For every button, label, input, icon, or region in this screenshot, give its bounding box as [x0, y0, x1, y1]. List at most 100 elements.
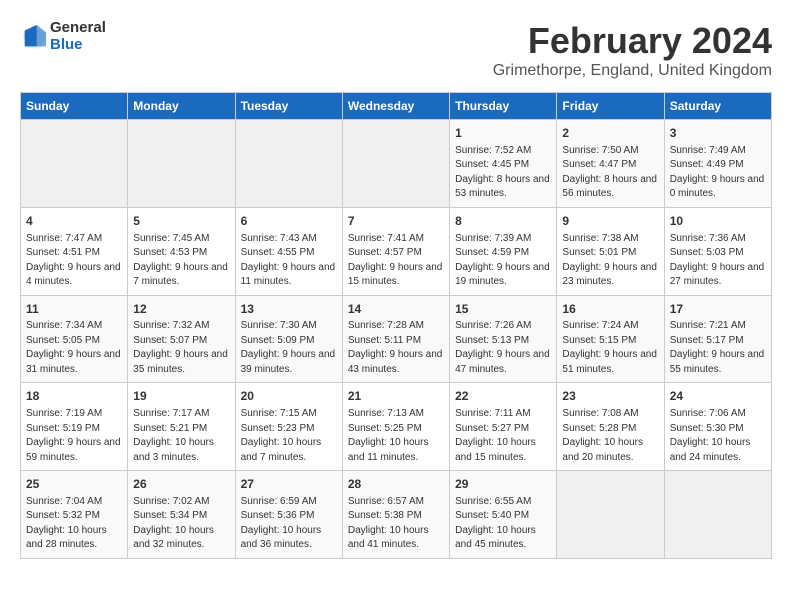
day-info: Sunrise: 6:55 AMSunset: 5:40 PMDaylight:… [455, 495, 551, 553]
day-number: 19 [133, 388, 229, 405]
calendar-week-3: 11Sunrise: 7:34 AMSunset: 5:05 PMDayligh… [21, 295, 772, 383]
day-number: 10 [670, 213, 766, 230]
day-info: Sunrise: 7:26 AMSunset: 5:13 PMDaylight:… [455, 319, 551, 377]
day-number: 2 [562, 125, 658, 142]
calendar-week-1: 1 Sunrise: 7:52 AMSunset: 4:45 PMDaylight… [21, 120, 772, 208]
calendar-cell: 12Sunrise: 7:32 AMSunset: 5:07 PMDayligh… [128, 295, 235, 383]
calendar-cell [342, 120, 449, 208]
day-info: Sunrise: 7:15 AMSunset: 5:23 PMDaylight:… [241, 407, 337, 465]
calendar-cell [21, 120, 128, 208]
day-info: Sunrise: 7:32 AMSunset: 5:07 PMDaylight:… [133, 319, 229, 377]
day-info: Sunrise: 7:38 AMSunset: 5:01 PMDaylight:… [562, 232, 658, 290]
day-info: Sunrise: 7:02 AMSunset: 5:34 PMDaylight:… [133, 495, 229, 553]
day-info: Sunrise: 7:45 AMSunset: 4:53 PMDaylight:… [133, 232, 229, 290]
day-number: 5 [133, 213, 229, 230]
calendar-week-4: 18 Sunrise: 7:19 AMSunset: 5:19 PMDayligh… [21, 383, 772, 471]
logo: General Blue [20, 20, 106, 53]
day-info: Sunrise: 7:21 AMSunset: 5:17 PMDaylight:… [670, 319, 766, 377]
day-info: Sunrise: 7:43 AMSunset: 4:55 PMDaylight:… [241, 232, 337, 290]
day-info: Sunrise: 7:19 AMSunset: 5:19 PMDaylight:… [26, 407, 122, 465]
day-number: 13 [241, 301, 337, 318]
day-number: 23 [562, 388, 658, 405]
calendar-cell: 8 Sunrise: 7:39 AMSunset: 4:59 PMDaylight… [450, 207, 557, 295]
day-number: 3 [670, 125, 766, 142]
calendar-cell: 3Sunrise: 7:49 AMSunset: 4:49 PMDaylight… [664, 120, 771, 208]
title-section: February 2024 Grimethorpe, England, Unit… [493, 20, 772, 80]
day-info: Sunrise: 7:34 AMSunset: 5:05 PMDaylight:… [26, 319, 122, 377]
calendar-cell: 11Sunrise: 7:34 AMSunset: 5:05 PMDayligh… [21, 295, 128, 383]
day-number: 7 [348, 213, 444, 230]
day-info: Sunrise: 7:13 AMSunset: 5:25 PMDaylight:… [348, 407, 444, 465]
day-info: Sunrise: 7:39 AMSunset: 4:59 PMDaylight:… [455, 232, 551, 290]
day-number: 27 [241, 476, 337, 493]
calendar-cell: 4 Sunrise: 7:47 AMSunset: 4:51 PMDaylight… [21, 207, 128, 295]
calendar-cell: 23 Sunrise: 7:08 AMSunset: 5:28 PMDayligh… [557, 383, 664, 471]
day-info: Sunrise: 6:57 AMSunset: 5:38 PMDaylight:… [348, 495, 444, 553]
day-number: 1 [455, 125, 551, 142]
day-number: 14 [348, 301, 444, 318]
day-info: Sunrise: 6:59 AMSunset: 5:36 PMDaylight:… [241, 495, 337, 553]
calendar-cell: 20Sunrise: 7:15 AMSunset: 5:23 PMDayligh… [235, 383, 342, 471]
calendar-cell: 28 Sunrise: 6:57 AMSunset: 5:38 PMDayligh… [342, 471, 449, 559]
day-info: Sunrise: 7:47 AMSunset: 4:51 PMDaylight:… [26, 232, 122, 290]
day-number: 28 [348, 476, 444, 493]
calendar-week-5: 25 Sunrise: 7:04 AMSunset: 5:32 PMDayligh… [21, 471, 772, 559]
day-number: 18 [26, 388, 122, 405]
column-header-tuesday: Tuesday [235, 93, 342, 120]
calendar-cell [664, 471, 771, 559]
calendar-header-row: SundayMondayTuesdayWednesdayThursdayFrid… [21, 93, 772, 120]
day-number: 4 [26, 213, 122, 230]
column-header-sunday: Sunday [21, 93, 128, 120]
calendar-week-2: 4 Sunrise: 7:47 AMSunset: 4:51 PMDaylight… [21, 207, 772, 295]
day-number: 24 [670, 388, 766, 405]
day-info: Sunrise: 7:36 AMSunset: 5:03 PMDaylight:… [670, 232, 766, 290]
calendar-title: February 2024 [493, 20, 772, 62]
calendar-cell: 15Sunrise: 7:26 AMSunset: 5:13 PMDayligh… [450, 295, 557, 383]
day-info: Sunrise: 7:41 AMSunset: 4:57 PMDaylight:… [348, 232, 444, 290]
calendar-cell: 2Sunrise: 7:50 AMSunset: 4:47 PMDaylight… [557, 120, 664, 208]
calendar-cell: 16Sunrise: 7:24 AMSunset: 5:15 PMDayligh… [557, 295, 664, 383]
calendar-cell: 13Sunrise: 7:30 AMSunset: 5:09 PMDayligh… [235, 295, 342, 383]
logo-icon [20, 23, 48, 51]
day-number: 17 [670, 301, 766, 318]
day-info: Sunrise: 7:30 AMSunset: 5:09 PMDaylight:… [241, 319, 337, 377]
day-info: Sunrise: 7:52 AMSunset: 4:45 PMDaylight:… [455, 144, 551, 202]
day-info: Sunrise: 7:06 AMSunset: 5:30 PMDaylight:… [670, 407, 766, 465]
day-number: 22 [455, 388, 551, 405]
day-info: Sunrise: 7:04 AMSunset: 5:32 PMDaylight:… [26, 495, 122, 553]
calendar-cell [128, 120, 235, 208]
calendar-cell: 9Sunrise: 7:38 AMSunset: 5:01 PMDaylight… [557, 207, 664, 295]
day-number: 16 [562, 301, 658, 318]
day-number: 25 [26, 476, 122, 493]
column-header-wednesday: Wednesday [342, 93, 449, 120]
column-header-saturday: Saturday [664, 93, 771, 120]
day-info: Sunrise: 7:08 AMSunset: 5:28 PMDaylight:… [562, 407, 658, 465]
calendar-cell [557, 471, 664, 559]
calendar-cell: 17Sunrise: 7:21 AMSunset: 5:17 PMDayligh… [664, 295, 771, 383]
calendar-subtitle: Grimethorpe, England, United Kingdom [493, 62, 772, 80]
calendar-cell: 26 Sunrise: 7:02 AMSunset: 5:34 PMDayligh… [128, 471, 235, 559]
column-header-thursday: Thursday [450, 93, 557, 120]
calendar-cell: 29 Sunrise: 6:55 AMSunset: 5:40 PMDayligh… [450, 471, 557, 559]
column-header-monday: Monday [128, 93, 235, 120]
day-info: Sunrise: 7:17 AMSunset: 5:21 PMDaylight:… [133, 407, 229, 465]
calendar-cell: 7 Sunrise: 7:41 AMSunset: 4:57 PMDaylight… [342, 207, 449, 295]
day-number: 8 [455, 213, 551, 230]
calendar-cell: 21Sunrise: 7:13 AMSunset: 5:25 PMDayligh… [342, 383, 449, 471]
day-info: Sunrise: 7:28 AMSunset: 5:11 PMDaylight:… [348, 319, 444, 377]
calendar-cell: 22 Sunrise: 7:11 AMSunset: 5:27 PMDayligh… [450, 383, 557, 471]
column-header-friday: Friday [557, 93, 664, 120]
day-info: Sunrise: 7:11 AMSunset: 5:27 PMDaylight:… [455, 407, 551, 465]
calendar-cell: 5 Sunrise: 7:45 AMSunset: 4:53 PMDaylight… [128, 207, 235, 295]
calendar-table: SundayMondayTuesdayWednesdayThursdayFrid… [20, 92, 772, 559]
calendar-cell: 19 Sunrise: 7:17 AMSunset: 5:21 PMDayligh… [128, 383, 235, 471]
day-number: 29 [455, 476, 551, 493]
calendar-cell: 27 Sunrise: 6:59 AMSunset: 5:36 PMDayligh… [235, 471, 342, 559]
calendar-cell: 24 Sunrise: 7:06 AMSunset: 5:30 PMDayligh… [664, 383, 771, 471]
day-info: Sunrise: 7:24 AMSunset: 5:15 PMDaylight:… [562, 319, 658, 377]
day-number: 15 [455, 301, 551, 318]
calendar-cell [235, 120, 342, 208]
calendar-cell: 18 Sunrise: 7:19 AMSunset: 5:19 PMDayligh… [21, 383, 128, 471]
day-number: 26 [133, 476, 229, 493]
calendar-cell: 6Sunrise: 7:43 AMSunset: 4:55 PMDaylight… [235, 207, 342, 295]
